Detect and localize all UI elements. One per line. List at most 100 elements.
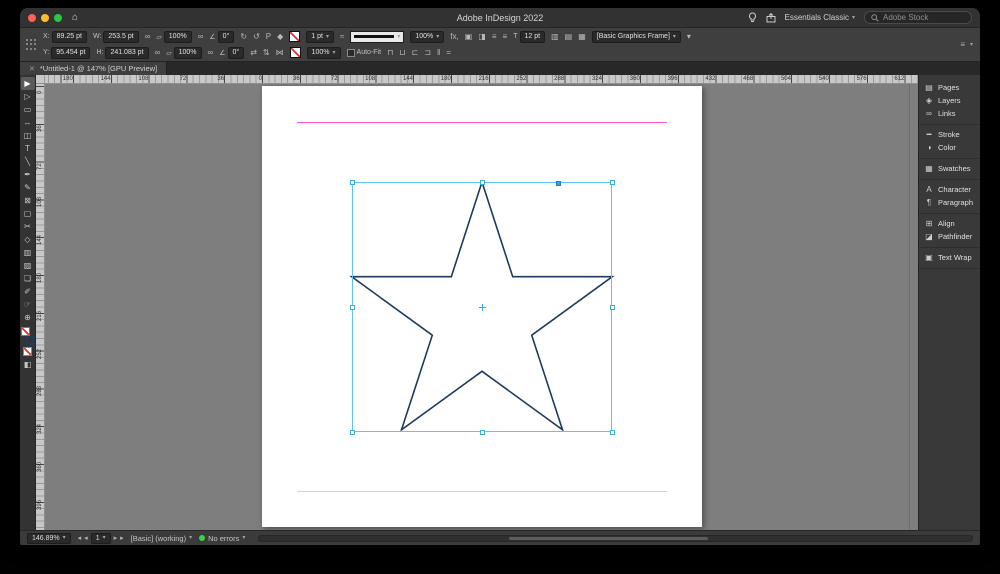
page-tool[interactable]: ▭ bbox=[21, 103, 35, 116]
scale-x-field-value[interactable]: 100% bbox=[163, 30, 192, 43]
panel-item-align[interactable]: ⊞ Align bbox=[919, 217, 980, 230]
selection-handle[interactable] bbox=[480, 430, 485, 435]
transparency-icon[interactable]: ◨ bbox=[478, 31, 486, 43]
hand-tool[interactable]: ☞ bbox=[21, 298, 35, 311]
minimize-window-button[interactable] bbox=[41, 13, 49, 22]
stroke-tint-field-value[interactable]: 100% ▾ bbox=[306, 46, 341, 59]
selection-handle[interactable] bbox=[350, 305, 355, 310]
rectangle-frame-tool[interactable]: ⊠ bbox=[21, 194, 35, 207]
y-position-field[interactable]: Y: 95.454 pt bbox=[43, 46, 91, 59]
rows-icon[interactable]: ▤ bbox=[565, 31, 573, 43]
select-content-icon[interactable]: ◆ bbox=[277, 31, 283, 43]
panel-item-character[interactable]: A Character bbox=[919, 183, 980, 196]
document-tab[interactable]: ✕ *Untitled-1 @ 147% [GPU Preview] bbox=[20, 62, 168, 75]
ruler-origin[interactable] bbox=[36, 75, 45, 83]
horizontal-scrollbar[interactable] bbox=[258, 534, 973, 542]
align-center-icon[interactable]: ≡ bbox=[503, 31, 508, 43]
apply-none-button[interactable] bbox=[21, 345, 35, 358]
reference-point-proxy[interactable] bbox=[25, 39, 37, 51]
font-size-field-value[interactable]: 12 pt bbox=[519, 30, 546, 43]
height-field-value[interactable]: 241.083 pt bbox=[105, 46, 149, 59]
zoom-tool[interactable]: ⊕ bbox=[21, 311, 35, 324]
rotate-90-cw-icon[interactable]: ↻ bbox=[240, 31, 247, 43]
font-size-field[interactable]: T 12 pt bbox=[513, 30, 546, 43]
screen-mode-button[interactable]: ◧ bbox=[21, 358, 35, 371]
opacity-field[interactable]: 100% ▾ bbox=[410, 30, 445, 43]
fill-swatch[interactable] bbox=[20, 327, 30, 336]
drop-shadow-icon[interactable]: ▣ bbox=[465, 31, 473, 43]
gradient-feather-tool[interactable]: ▨ bbox=[21, 259, 35, 272]
align-top-edges-icon[interactable]: ⊓ bbox=[387, 47, 393, 59]
selection-tool[interactable]: ▶ bbox=[20, 77, 35, 90]
height-field[interactable]: H: 241.083 pt bbox=[96, 46, 149, 59]
shear-angle-field-value[interactable]: 0° bbox=[227, 46, 245, 59]
panel-item-color[interactable]: ◑ Color bbox=[919, 141, 980, 154]
stroke-weight-field-value[interactable]: 1 pt ▾ bbox=[306, 30, 334, 43]
scissors-tool[interactable]: ✂ bbox=[21, 220, 35, 233]
align-bottom-edges-icon[interactable]: ⊔ bbox=[399, 47, 405, 59]
checkbox-box[interactable] bbox=[346, 48, 355, 57]
page-number-select[interactable]: 1 ▾ bbox=[90, 532, 111, 544]
flip-indicator-icon[interactable]: ⋈ bbox=[276, 47, 284, 59]
stroke-tint-field[interactable]: 100% ▾ bbox=[306, 46, 341, 59]
object-style-select[interactable]: [Basic Graphics Frame] ▾ bbox=[591, 30, 681, 43]
distribute-horizontal-icon[interactable]: ‖ bbox=[437, 47, 440, 59]
vertical-ruler[interactable]: 0 36 72 108 144 180 216 252 288 324 360 396 bbox=[36, 84, 45, 530]
free-transform-tool[interactable]: ◇ bbox=[21, 233, 35, 246]
selection-handle[interactable] bbox=[610, 430, 615, 435]
stroke-weight-field[interactable]: 1 pt ▾ bbox=[306, 30, 334, 43]
pasteboard[interactable] bbox=[45, 84, 918, 530]
style-options-icon[interactable]: ▾ bbox=[687, 31, 691, 43]
content-collector-tool[interactable]: ◫ bbox=[21, 129, 35, 142]
align-right-edges-icon[interactable]: ⊐ bbox=[424, 47, 431, 59]
flip-horizontal-icon[interactable]: ⇄ bbox=[250, 47, 257, 59]
chain-icon[interactable]: ∞ bbox=[155, 47, 161, 59]
horizontal-ruler[interactable]: 180 144 108 72 36 0 36 72 108 144 180 216 252 288 324 3… bbox=[36, 75, 918, 84]
workspace-switcher[interactable]: Essentials Classic ▾ bbox=[785, 13, 855, 22]
width-field[interactable]: W: 253.5 pt bbox=[93, 30, 139, 43]
columns-icon[interactable]: ▥ bbox=[551, 31, 559, 43]
eyedropper-tool[interactable]: ✐ bbox=[21, 285, 35, 298]
line-tool[interactable]: ╲ bbox=[21, 155, 35, 168]
pen-tool[interactable]: ✒ bbox=[21, 168, 35, 181]
align-left-edges-icon[interactable]: ⊏ bbox=[412, 47, 419, 59]
selection-handle[interactable] bbox=[610, 180, 615, 185]
home-icon[interactable]: ⌂ bbox=[72, 12, 78, 23]
wavy-line-icon[interactable]: ≈ bbox=[340, 31, 344, 43]
fill-color-swatch[interactable] bbox=[289, 47, 301, 58]
panel-item-pages[interactable]: ▤ Pages bbox=[919, 81, 980, 94]
panel-menu-icon[interactable]: ≡ bbox=[960, 40, 965, 49]
close-window-button[interactable] bbox=[28, 13, 36, 22]
gradient-swatch-tool[interactable]: ▥ bbox=[21, 246, 35, 259]
effects-icon[interactable]: fx, bbox=[450, 31, 458, 43]
x-position-field[interactable]: X: 89.25 pt bbox=[43, 30, 87, 43]
selection-handle[interactable] bbox=[350, 180, 355, 185]
align-left-icon[interactable]: ≡ bbox=[492, 31, 497, 43]
pencil-tool[interactable]: ✎ bbox=[21, 181, 35, 194]
direct-selection-tool[interactable]: ▷ bbox=[21, 90, 35, 103]
scrollbar-thumb[interactable] bbox=[508, 536, 709, 540]
y-position-field-value[interactable]: 95.454 pt bbox=[51, 46, 91, 59]
selection-handle[interactable] bbox=[350, 430, 355, 435]
opacity-field-value[interactable]: 100% ▾ bbox=[410, 30, 445, 43]
panel-item-pathfinder[interactable]: ◪ Pathfinder bbox=[919, 230, 980, 243]
rotate-90-ccw-icon[interactable]: ↺ bbox=[253, 31, 260, 43]
next-page-button[interactable]: ▸ bbox=[114, 534, 118, 542]
document-page[interactable] bbox=[262, 86, 702, 527]
share-icon[interactable] bbox=[766, 12, 776, 23]
scale-x-field[interactable]: ▱ 100% bbox=[156, 30, 192, 43]
type-tool[interactable]: T bbox=[21, 142, 35, 155]
selection-handle[interactable] bbox=[480, 180, 485, 185]
rotation-angle-field-value[interactable]: 0° bbox=[217, 30, 235, 43]
distribute-vertical-icon[interactable]: = bbox=[446, 47, 451, 59]
selection-center-point[interactable] bbox=[479, 304, 486, 311]
flip-vertical-icon[interactable]: ⇅ bbox=[263, 47, 270, 59]
chain-scale-icon[interactable]: ∞ bbox=[208, 47, 214, 59]
scale-y-field-value[interactable]: 100% bbox=[173, 46, 202, 59]
rotation-angle-field[interactable]: ∠ 0° bbox=[209, 30, 235, 43]
stroke-type-select[interactable]: ▾ bbox=[350, 30, 405, 43]
selection-handle[interactable] bbox=[610, 305, 615, 310]
previous-page-button[interactable]: ◂ bbox=[84, 534, 88, 542]
zoom-level-select[interactable]: 146.89% ▾ bbox=[27, 532, 71, 544]
stock-search-input[interactable]: Adobe Stock bbox=[864, 11, 972, 24]
